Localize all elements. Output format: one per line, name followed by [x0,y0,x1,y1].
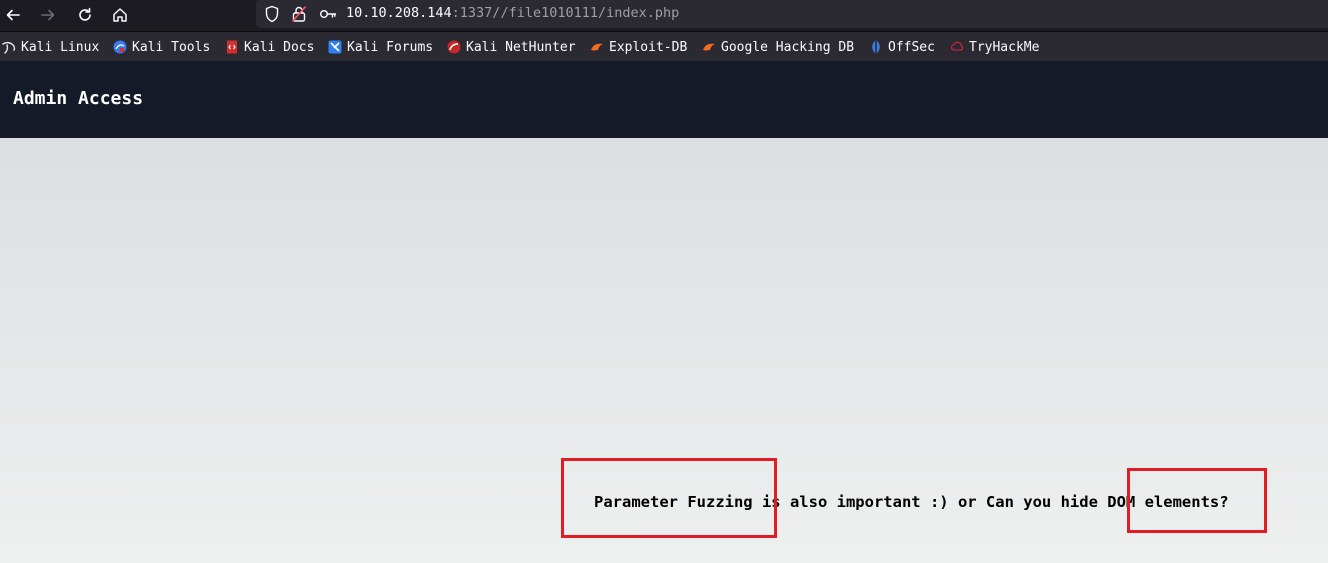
bookmark-label: TryHackMe [969,39,1040,55]
bookmark-tryhackme[interactable]: TryHackMe [950,38,1039,56]
bookmark-label: Kali Docs [244,39,315,55]
home-icon [113,8,127,22]
bookmark-kali-tools[interactable]: Kali Tools [113,38,210,56]
bookmark-label: Google Hacking DB [721,39,855,55]
exploit-db-icon [591,43,603,51]
kali-nethunter-icon [447,40,461,54]
bookmark-label: Kali Forums [347,39,434,55]
page-title: Admin Access [13,88,144,109]
bookmark-kali-nethunter[interactable]: Kali NetHunter [447,38,576,56]
reload-button[interactable] [72,2,98,28]
bookmark-exploit-db[interactable]: Exploit-DB [590,38,687,56]
insecure-lock-icon[interactable] [291,5,307,23]
tryhackme-icon [950,41,964,51]
kali-tools-icon [113,40,127,54]
ghdb-icon [703,43,715,51]
highlight-box-parameter-fuzzing [561,458,777,538]
arrow-left-icon [6,9,20,21]
bookmark-kali-linux[interactable]: Kali Linux [2,38,99,56]
bookmark-label: Kali Tools [132,39,211,55]
home-button[interactable] [107,2,133,28]
url-host: 10.10.208.144 [346,5,452,21]
bookmark-label: Exploit-DB [609,39,688,55]
page-content: Parameter Fuzzing is also important :) o… [0,138,1328,563]
bookmark-google-hacking-db[interactable]: Google Hacking DB [702,38,854,56]
browser-toolbar: 10.10.208.144:1337//file1010111/index.ph… [0,0,1328,31]
kali-forums-icon [328,40,342,54]
forward-button[interactable] [35,2,61,28]
kali-dragon-icon [2,41,16,54]
bookmark-label: OffSec [888,39,935,55]
bookmark-offsec[interactable]: OffSec [869,38,935,56]
arrow-right-icon [41,9,55,21]
url-path: :1337//file1010111/index.php [451,5,680,21]
url-bar[interactable]: 10.10.208.144:1337//file1010111/index.ph… [256,0,1328,28]
key-icon[interactable] [319,5,337,23]
bookmark-label: Kali NetHunter [466,39,576,55]
bookmark-kali-docs[interactable]: Kali Docs [225,38,314,56]
kali-docs-icon [227,40,237,54]
url-text[interactable]: 10.10.208.144:1337//file1010111/index.ph… [346,5,679,21]
shield-icon[interactable] [264,5,280,23]
highlight-box-dom-elements [1127,468,1267,533]
site-header: Admin Access [0,61,1328,138]
back-button[interactable] [0,2,26,28]
bookmark-kali-forums[interactable]: Kali Forums [328,38,433,56]
offsec-icon [872,40,880,54]
bookmarks-toolbar: Kali Linux Kali Tools Kali Docs Kali For… [0,31,1328,62]
bookmark-label: Kali Linux [21,39,100,55]
reload-icon [79,7,91,21]
